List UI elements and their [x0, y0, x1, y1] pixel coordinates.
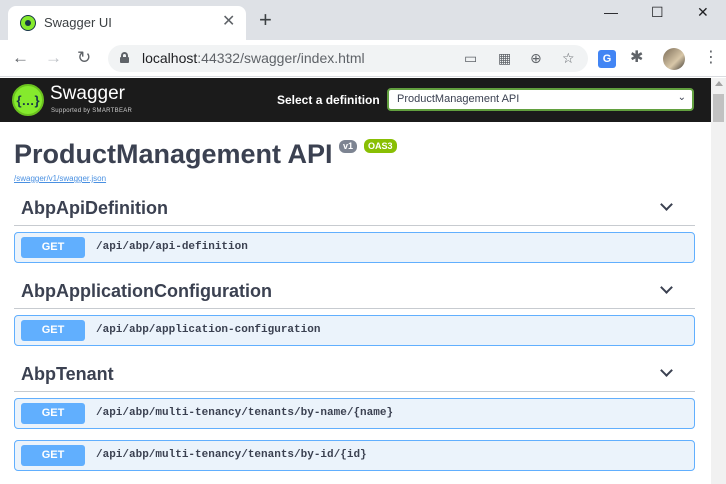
new-tab-button[interactable]: + [259, 9, 272, 31]
definition-select-value: ProductManagement API [397, 93, 520, 105]
version-badge: v1 [339, 140, 358, 153]
page-scrollbar[interactable] [711, 78, 726, 484]
profile-avatar[interactable] [663, 48, 685, 70]
tag-section-header[interactable]: AbpApplicationConfiguration [14, 277, 695, 309]
swagger-brand[interactable]: Swagger [50, 83, 125, 105]
lock-icon[interactable] [120, 52, 129, 63]
browser-toolbar: ← → ↻ localhost:44332/swagger/index.html… [0, 40, 726, 77]
chevron-down-icon[interactable] [659, 366, 673, 380]
reload-button[interactable]: ↻ [77, 48, 91, 68]
operation-row[interactable]: GET /api/abp/multi-tenancy/tenants/by-na… [14, 398, 695, 429]
star-icon[interactable]: ☆ [562, 50, 575, 67]
select-definition-label: Select a definition [277, 93, 380, 107]
method-badge: GET [21, 237, 85, 258]
swagger-subbrand: Supported by SMARTBEAR [51, 108, 133, 114]
browser-tab[interactable]: Swagger UI ✕ [8, 6, 246, 40]
tag-name[interactable]: AbpApplicationConfiguration [21, 281, 272, 302]
method-badge: GET [21, 320, 85, 341]
cast-icon[interactable]: ▭ [464, 50, 477, 67]
method-badge: GET [21, 403, 85, 424]
operation-row[interactable]: GET /api/abp/multi-tenancy/tenants/by-id… [14, 440, 695, 471]
oas-badge: OAS3 [364, 139, 397, 153]
api-title: ProductManagement API [14, 139, 333, 169]
tab-title: Swagger UI [44, 15, 112, 30]
swagger-logo-icon[interactable]: {…} [12, 84, 44, 116]
swagger-favicon-icon [20, 15, 36, 31]
chevron-down-icon: ⌄ [677, 92, 686, 103]
url-text[interactable]: localhost:44332/swagger/index.html [142, 50, 365, 66]
translate-extension-icon[interactable]: G [598, 50, 616, 68]
tag-section-header[interactable]: AbpTenant [14, 360, 695, 392]
browser-menu-icon[interactable]: ⋮ [703, 48, 719, 68]
definition-select[interactable]: ProductManagement API ⌄ [387, 88, 694, 111]
tag-name[interactable]: AbpApiDefinition [21, 198, 168, 219]
minimize-button[interactable]: — [604, 4, 618, 20]
qr-icon[interactable]: ▦ [498, 50, 511, 67]
extensions-icon[interactable]: ✱ [630, 49, 648, 67]
back-button[interactable]: ← [12, 48, 29, 68]
method-badge: GET [21, 445, 85, 466]
swagger-main: ProductManagement API v1 OAS3 /swagger/v… [0, 122, 711, 484]
operation-path: /api/abp/multi-tenancy/tenants/by-id/{id… [96, 449, 367, 461]
tag-section-header[interactable]: AbpApiDefinition [14, 194, 695, 226]
operation-row[interactable]: GET /api/abp/api-definition [14, 232, 695, 263]
chevron-down-icon[interactable] [659, 283, 673, 297]
close-window-button[interactable]: ✕ [697, 4, 709, 21]
operation-path: /api/abp/multi-tenancy/tenants/by-name/{… [96, 407, 394, 419]
tab-close-icon[interactable]: ✕ [222, 13, 235, 31]
operation-path: /api/abp/api-definition [96, 241, 248, 253]
scroll-thumb[interactable] [713, 94, 724, 122]
scroll-up-icon[interactable] [715, 81, 723, 86]
swagger-topbar: {…} Swagger Supported by SMARTBEAR Selec… [0, 78, 711, 122]
spec-url-link[interactable]: /swagger/v1/swagger.json [14, 174, 106, 183]
chevron-down-icon[interactable] [659, 200, 673, 214]
browser-tab-strip: Swagger UI ✕ + — ☐ ✕ [0, 0, 726, 40]
operation-path: /api/abp/application-configuration [96, 324, 321, 336]
tag-name[interactable]: AbpTenant [21, 364, 114, 385]
zoom-icon[interactable]: ⊕ [530, 50, 542, 67]
address-bar[interactable]: localhost:44332/swagger/index.html ▭ ▦ ⊕… [108, 45, 588, 72]
forward-button[interactable]: → [45, 48, 62, 68]
operation-row[interactable]: GET /api/abp/application-configuration [14, 315, 695, 346]
maximize-button[interactable]: ☐ [651, 4, 664, 21]
